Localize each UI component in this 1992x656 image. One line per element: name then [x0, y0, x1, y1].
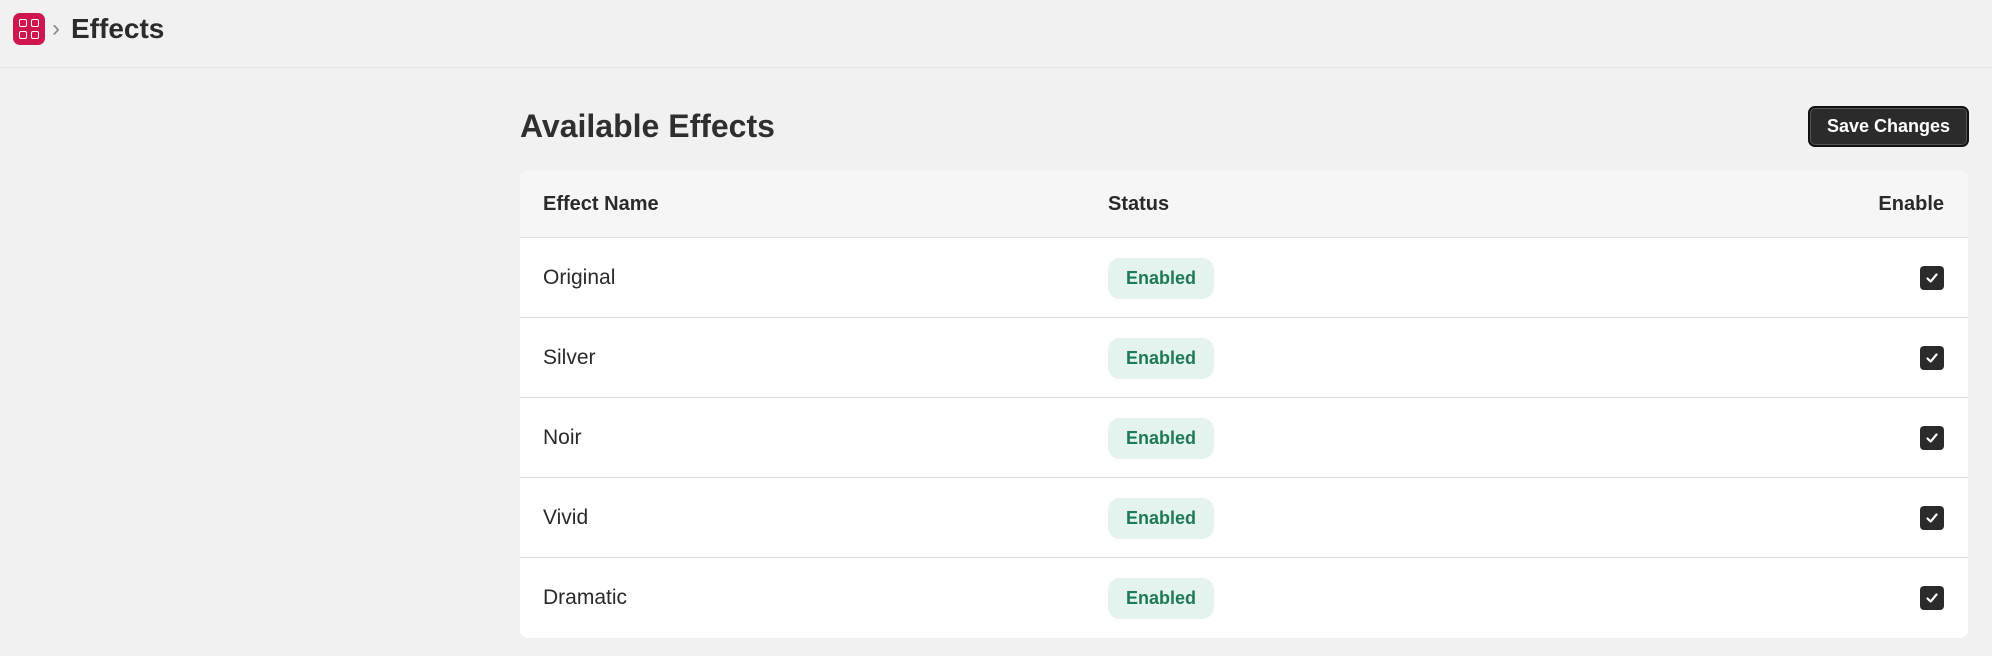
checkmark-icon: [1926, 513, 1938, 523]
column-header-effect-name: Effect Name: [543, 193, 659, 215]
enable-checkbox[interactable]: [1920, 346, 1944, 370]
status-badge: Enabled: [1108, 258, 1215, 299]
table-body: Original Enabled Silver Enabled Noir Enabled V…: [520, 238, 1968, 638]
top-bar: › Effects: [0, 0, 1992, 68]
status-badge: Enabled: [1108, 578, 1215, 619]
page-title: Effects: [71, 13, 165, 44]
app-grid-icon[interactable]: [13, 13, 45, 45]
checkmark-icon: [1926, 593, 1938, 603]
table-row: Vivid Enabled: [520, 478, 1968, 558]
status-badge: Enabled: [1108, 338, 1215, 379]
table-row: Noir Enabled: [520, 398, 1968, 478]
effect-name: Noir: [543, 426, 582, 449]
table-row: Dramatic Enabled: [520, 558, 1968, 638]
checkmark-icon: [1926, 353, 1938, 363]
enable-checkbox[interactable]: [1920, 426, 1944, 450]
section-heading: Available Effects: [520, 108, 775, 144]
effect-name: Original: [543, 266, 616, 289]
table-header: Effect Name Status Enable: [520, 170, 1968, 238]
save-changes-button[interactable]: Save Changes: [1808, 106, 1969, 147]
effect-name: Silver: [543, 346, 596, 369]
table-row: Silver Enabled: [520, 318, 1968, 398]
table-row: Original Enabled: [520, 238, 1968, 318]
effect-name: Vivid: [543, 506, 589, 529]
effect-name: Dramatic: [543, 586, 628, 609]
column-header-status: Status: [1108, 193, 1170, 215]
enable-checkbox[interactable]: [1920, 586, 1944, 610]
enable-checkbox[interactable]: [1920, 266, 1944, 290]
checkmark-icon: [1926, 273, 1938, 283]
status-badge: Enabled: [1108, 498, 1215, 539]
column-header-enable: Enable: [1878, 193, 1944, 215]
checkmark-icon: [1926, 433, 1938, 443]
breadcrumb-separator: ›: [52, 15, 60, 42]
status-badge: Enabled: [1108, 418, 1215, 459]
enable-checkbox[interactable]: [1920, 506, 1944, 530]
effects-table: Effect Name Status Enable Original Enable…: [520, 170, 1968, 638]
